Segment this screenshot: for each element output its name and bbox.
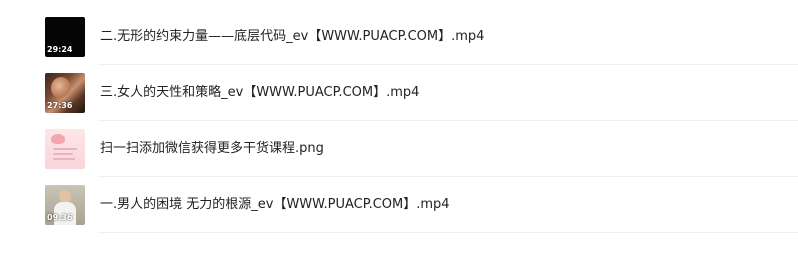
file-name[interactable]: 二.无形的约束力量——底层代码_ev【WWW.PUACP.COM】.mp4 [100, 27, 484, 47]
file-row[interactable]: 27:36 三.女人的天性和策略_ev【WWW.PUACP.COM】.mp4 [0, 65, 798, 121]
file-row[interactable]: 扫一扫添加微信获得更多干货课程.png [0, 121, 798, 177]
file-row[interactable]: 09:36 一.男人的困境 无力的根源_ev【WWW.PUACP.COM】.mp… [0, 177, 798, 233]
image-preview-line [53, 158, 75, 160]
file-row[interactable]: 29:24 二.无形的约束力量——底层代码_ev【WWW.PUACP.COM】.… [0, 9, 798, 65]
file-name[interactable]: 一.男人的困境 无力的根源_ev【WWW.PUACP.COM】.mp4 [100, 195, 450, 215]
image-preview-line [53, 153, 73, 155]
file-list: 29:24 二.无形的约束力量——底层代码_ev【WWW.PUACP.COM】.… [0, 0, 798, 259]
video-duration: 27:36 [47, 101, 73, 110]
video-thumbnail[interactable]: 27:36 [45, 73, 85, 113]
image-thumbnail[interactable] [45, 129, 85, 169]
video-duration: 29:24 [47, 45, 73, 54]
row-divider [98, 232, 798, 233]
file-name[interactable]: 三.女人的天性和策略_ev【WWW.PUACP.COM】.mp4 [100, 83, 419, 103]
video-thumbnail[interactable]: 29:24 [45, 17, 85, 57]
image-preview-line [53, 148, 77, 150]
image-preview-graphic [51, 134, 65, 144]
video-duration: 09:36 [47, 213, 73, 222]
video-thumbnail[interactable]: 09:36 [45, 185, 85, 225]
file-name[interactable]: 扫一扫添加微信获得更多干货课程.png [100, 139, 324, 159]
